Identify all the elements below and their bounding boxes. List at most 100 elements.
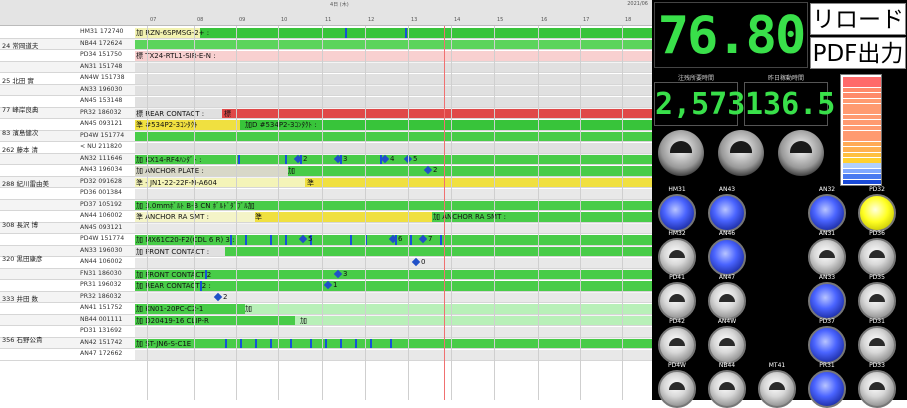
milestone-label: 5 [413,154,418,163]
status-lamp-icon[interactable] [858,326,896,364]
table-row: AN44 106002 0 [0,257,652,269]
schedule-bar[interactable] [135,62,652,72]
status-lamp-icon[interactable] [658,370,696,408]
hour-tick: 14 [454,17,461,23]
table-row: AN33 196030 加 FRONT CONTACT : [0,245,652,257]
hour-tick: 17 [583,17,590,23]
progress-tick [240,338,242,348]
status-lamp-icon[interactable] [708,370,746,408]
status-lamp-icon[interactable] [808,326,846,364]
status-lamp-icon[interactable] [708,194,746,232]
schedule-bar[interactable] [135,350,652,360]
schedule-bar[interactable] [135,258,652,268]
schedule-bar[interactable] [135,97,652,107]
status-lamp-icon[interactable] [858,370,896,408]
table-row: NB44 001111 加 D20419-16 CLIP-R 加 [0,314,652,326]
table-row: AN42 151742 加 ST-JN6-S-C1E [0,337,652,349]
operator-name: 356 石野公貴 [2,335,43,344]
status-lamp-icon[interactable] [658,326,696,364]
schedule-bar[interactable] [305,177,652,187]
status-lamp-icon[interactable] [708,282,746,320]
status-lamp-icon[interactable] [708,238,746,276]
hour-gridline [451,26,452,400]
schedule-bar[interactable] [200,28,652,38]
lamp-label: PD35 [869,274,885,281]
status-lamp-icon[interactable] [808,194,846,232]
remaining-time-label: 注残所要時間 [677,75,714,82]
yesterday-time-label: 昨日稼動時間 [767,75,804,82]
schedule-bar[interactable] [135,281,652,291]
hour-gridline [538,26,539,400]
machine-code: AN45 093121 [80,223,123,231]
reload-button[interactable]: リロード [810,3,906,35]
schedule-bar[interactable] [135,327,652,337]
status-lamp-icon[interactable] [858,282,896,320]
lamp-label: PD4W [668,362,686,369]
status-lamp-icon[interactable] [708,326,746,364]
lamp-label: NB44 [718,362,736,369]
lamp-label: PR31 [819,362,835,369]
meter-segment [843,114,881,120]
progress-tick [340,338,342,348]
status-lamp-icon[interactable] [658,238,696,276]
schedule-bar[interactable] [135,189,652,199]
timeline-header: 4日 (木) 2021/06 07 08 09 10 11 12 13 14 15 16 17 18 [0,0,652,26]
schedule-bar[interactable] [135,74,652,84]
machine-code: PD31 131692 [80,327,122,334]
schedule-bar[interactable] [135,292,652,302]
milestone-label: 3 [343,154,348,163]
table-row: AN47 172662 [0,349,652,361]
pdf-export-button[interactable]: PDF出力 [810,37,906,69]
status-lamp-icon[interactable] [808,282,846,320]
milestone-label: 7 [428,235,433,243]
status-lamp-icon[interactable] [858,194,896,232]
schedule-bar[interactable] [255,212,432,222]
schedule-bar[interactable] [135,39,652,49]
schedule-bar[interactable] [245,304,652,314]
machine-code: PD37 105192 [80,200,122,208]
lamp-label: PD41 [669,274,685,281]
schedule-bar[interactable] [135,338,652,348]
status-lamp-icon[interactable] [658,282,696,320]
schedule-bar[interactable] [135,131,652,141]
status-lamp-icon[interactable] [808,238,846,276]
machine-code: AN44 106002 [80,212,123,219]
schedule-bar[interactable] [288,166,652,176]
schedule-bar[interactable] [295,315,652,325]
schedule-bar[interactable] [222,108,652,118]
progress-tick [200,281,202,291]
gauge-icon [658,130,704,176]
schedule-bar[interactable] [135,269,652,279]
table-row: AN43 196034 加 ANCHOR PLATE :加2 [0,165,652,177]
big-value-display: 76.80 [654,2,808,68]
status-lamp-icon[interactable] [858,238,896,276]
meter-segment [843,104,881,109]
operator-name: 25 北田 實 [2,76,34,85]
progress-tick [355,338,357,348]
table-row: AN41 151752 加 KN01-20PC-C2-1 加 [0,303,652,315]
meter-segment [843,109,881,114]
table-row: PD31 131692 [0,326,652,338]
schedule-bar[interactable] [135,143,652,153]
status-lamp-icon[interactable] [658,194,696,232]
status-lamp-icon[interactable] [758,370,796,408]
schedule-bar[interactable] [225,246,652,256]
lamp-label: AN43 [718,186,736,193]
milestone-label: 2 [303,154,308,163]
hour-tick: 07 [150,17,157,23]
schedule-bar[interactable] [135,223,652,233]
machine-code: AN33 196030 [80,246,123,254]
meter-segment [843,163,881,168]
schedule-bar[interactable] [135,85,652,95]
table-row: PD32 091628 準 - JN1-22-22F-N-A604 準 [0,176,652,188]
table-row: PD4W 151774 加 MX61C20-F2(CDL 6 R) 3 : 5 6 7 [0,234,652,246]
gauge-icon [778,130,824,176]
lamp-label: PD32 [869,186,885,193]
operator-name: 333 井田 数 [2,295,39,304]
hour-tick: 18 [625,17,632,23]
hour-tick: 10 [281,17,288,23]
status-lamp-icon[interactable] [808,370,846,408]
hour-tick: 16 [541,17,548,23]
progress-tick [285,154,287,164]
progress-tick [290,338,292,348]
